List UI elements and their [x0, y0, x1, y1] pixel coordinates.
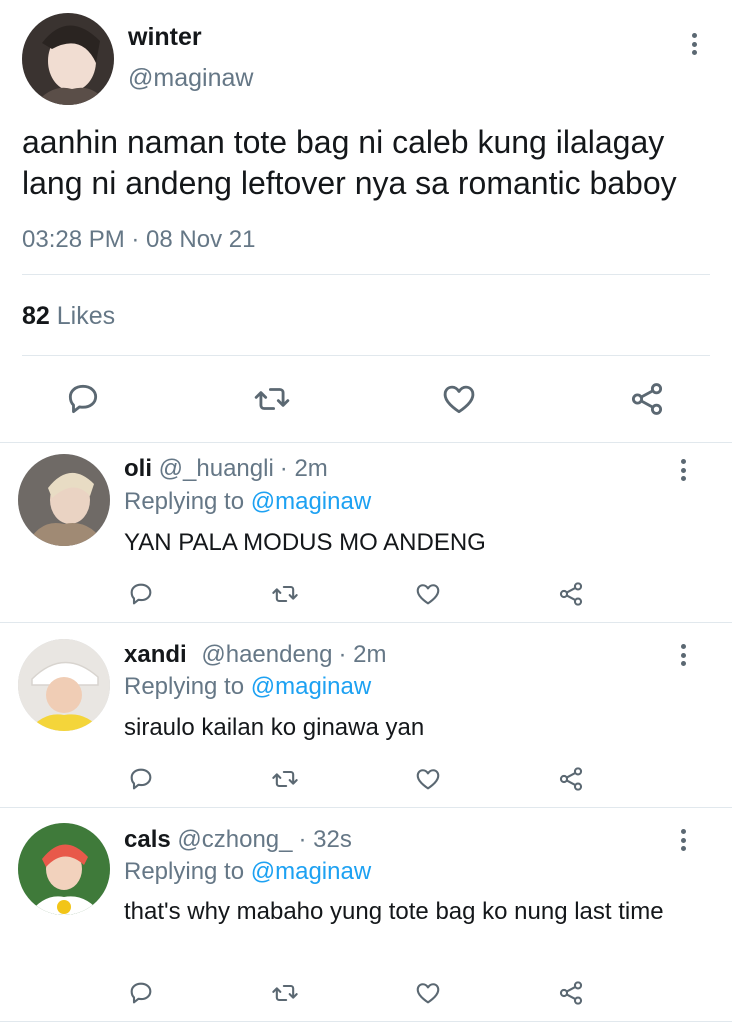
reply-icon[interactable]	[64, 380, 102, 418]
author-handle[interactable]: @maginaw	[128, 64, 253, 93]
replying-to: Replying to @maginaw	[124, 673, 371, 701]
reply-header: cals @czhong_ · 32s	[124, 826, 352, 854]
divider	[0, 1021, 732, 1022]
avatar[interactable]	[18, 823, 110, 915]
share-icon[interactable]	[557, 979, 585, 1007]
reply-icon[interactable]	[127, 979, 155, 1007]
replying-to: Replying to @maginaw	[124, 858, 371, 886]
more-options-icon[interactable]	[682, 30, 706, 58]
like-icon[interactable]	[440, 380, 478, 418]
avatar-image	[18, 454, 110, 546]
reply-display-name[interactable]: oli	[124, 455, 152, 482]
share-icon[interactable]	[628, 380, 666, 418]
replying-to-link[interactable]: @maginaw	[251, 858, 371, 885]
more-options-icon[interactable]	[671, 641, 695, 669]
author-display-name[interactable]: winter	[128, 23, 202, 52]
reply-icon[interactable]	[127, 765, 155, 793]
reply-header: xandi @haendeng · 2m	[124, 641, 387, 669]
replying-to-label: Replying to	[124, 488, 245, 515]
reply-time: · 2m	[279, 455, 328, 482]
divider	[22, 355, 710, 356]
reply-handle[interactable]: @haendeng	[201, 641, 332, 668]
likes-label: Likes	[56, 302, 116, 330]
share-icon[interactable]	[557, 765, 585, 793]
reply-text: that's why mabaho yung tote bag ko nung …	[124, 898, 664, 925]
likes-count: 82	[22, 302, 50, 330]
reply-time: · 32s	[298, 826, 352, 853]
more-options-icon[interactable]	[671, 826, 695, 854]
retweet-icon[interactable]	[252, 380, 292, 418]
tweet-text: aanhin naman tote bag ni caleb kung ilal…	[22, 124, 677, 201]
more-options-icon[interactable]	[671, 456, 695, 484]
reply-text: YAN PALA MODUS MO ANDENG	[124, 529, 486, 556]
replying-to-label: Replying to	[124, 673, 245, 700]
reply-header: oli @_huangli · 2m	[124, 455, 328, 483]
reply-time: · 2m	[338, 641, 387, 668]
avatar[interactable]	[18, 639, 110, 731]
replying-to-link[interactable]: @maginaw	[251, 488, 371, 515]
avatar[interactable]	[22, 13, 114, 105]
like-icon[interactable]	[414, 979, 442, 1007]
reply-display-name[interactable]: cals	[124, 826, 171, 853]
avatar-image	[18, 639, 110, 731]
retweet-icon[interactable]	[270, 580, 300, 608]
divider	[22, 274, 710, 275]
avatar-image	[22, 13, 114, 105]
divider	[0, 442, 732, 443]
replying-to-label: Replying to	[124, 858, 245, 885]
like-icon[interactable]	[414, 580, 442, 608]
reply-display-name[interactable]: xandi	[124, 641, 187, 668]
reply-text: siraulo kailan ko ginawa yan	[124, 714, 425, 741]
avatar-image	[18, 823, 110, 915]
tweet-timestamp[interactable]: 03:28 PM · 08 Nov 21	[22, 226, 255, 254]
share-icon[interactable]	[557, 580, 585, 608]
reply-handle[interactable]: @czhong_	[177, 826, 292, 853]
reply-handle[interactable]: @_huangli	[159, 455, 274, 482]
retweet-icon[interactable]	[270, 765, 300, 793]
divider	[0, 622, 732, 623]
like-icon[interactable]	[414, 765, 442, 793]
avatar[interactable]	[18, 454, 110, 546]
replying-to: Replying to @maginaw	[124, 488, 371, 516]
retweet-icon[interactable]	[270, 979, 300, 1007]
replying-to-link[interactable]: @maginaw	[251, 673, 371, 700]
divider	[0, 807, 732, 808]
reply-icon[interactable]	[127, 580, 155, 608]
likes-stat[interactable]: 82 Likes	[22, 302, 115, 331]
